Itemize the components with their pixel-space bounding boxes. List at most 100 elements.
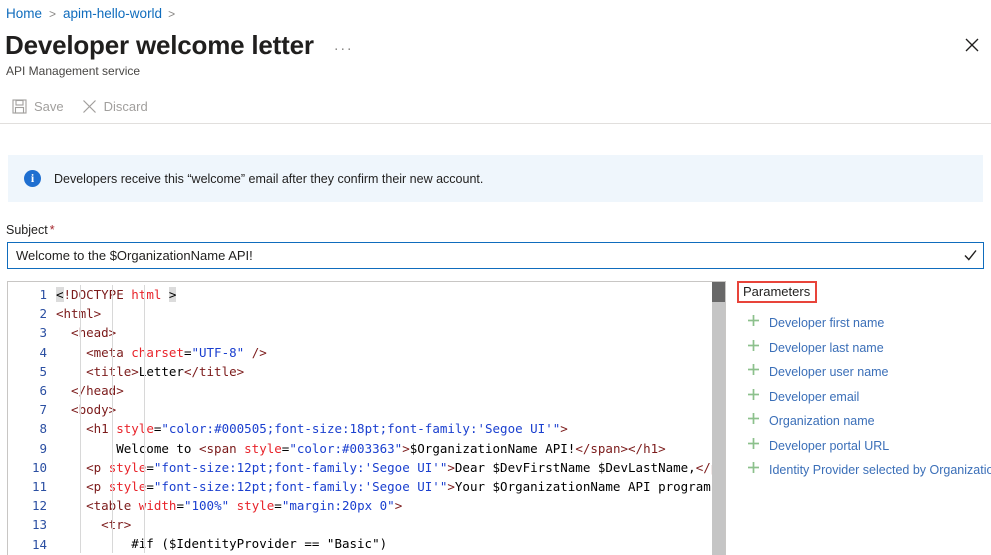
code-token: </title> <box>183 363 245 379</box>
editor-code-line[interactable]: <title>Letter</title> <box>56 362 725 381</box>
discard-button-label: Discard <box>103 99 148 114</box>
code-token: style <box>116 421 154 437</box>
editor-code-line[interactable]: <table width="100%" style="margin:20px 0… <box>56 496 725 515</box>
code-token: charset <box>131 344 184 360</box>
code-token: <p <box>56 478 109 494</box>
code-token: /> <box>244 344 267 360</box>
parameter-item[interactable]: Identity Provider selected by Organizati… <box>737 458 991 483</box>
editor-code-line[interactable]: <tr> <box>56 515 725 534</box>
editor-vertical-scrollbar[interactable] <box>712 282 725 555</box>
parameter-item-label: Developer portal URL <box>769 438 890 453</box>
save-icon <box>12 99 27 114</box>
parameter-item-label: Developer email <box>769 389 860 404</box>
code-token: "color:#000505;font-size:18pt;font-famil… <box>161 421 561 437</box>
editor-code-line[interactable]: <meta charset="UTF-8" /> <box>56 343 725 362</box>
editor-code-area[interactable]: <!DOCTYPE html > <html> <head> <meta char… <box>56 282 725 555</box>
command-bar-divider <box>0 123 991 124</box>
plus-icon <box>747 437 760 455</box>
info-icon: i <box>24 170 41 187</box>
code-token: </h1> <box>628 440 666 456</box>
editor-code-line[interactable]: <head> <box>56 323 725 342</box>
code-token: < <box>56 287 64 302</box>
code-token: Dear $DevFirstName $DevLastName, <box>454 459 696 475</box>
breadcrumb: Home > apim-hello-world > <box>6 5 175 23</box>
parameter-item-label: Developer user name <box>769 365 889 380</box>
plus-icon <box>747 363 760 381</box>
code-token: <h1 <box>56 421 117 437</box>
editor-code-line[interactable]: <p style="font-size:12pt;font-family:'Se… <box>56 477 725 496</box>
code-token: style <box>244 440 282 456</box>
subject-input[interactable] <box>8 243 957 268</box>
editor-line-number: 12 <box>31 498 47 514</box>
command-bar: Save Discard <box>0 90 991 123</box>
editor-code-lines[interactable]: <!DOCTYPE html > <html> <head> <meta char… <box>56 285 725 555</box>
subject-field[interactable] <box>7 242 984 269</box>
editor-scrollbar-thumb[interactable] <box>712 282 725 302</box>
breadcrumb-item-home[interactable]: Home <box>6 5 42 23</box>
code-token: <html> <box>56 306 102 322</box>
editor-line-number: 6 <box>39 383 47 399</box>
close-icon[interactable] <box>961 34 983 56</box>
breadcrumb-item-apim-hello-world[interactable]: apim-hello-world <box>63 5 162 23</box>
code-token: !DOCTYPE <box>63 287 132 302</box>
save-button[interactable]: Save <box>12 99 64 114</box>
parameter-item[interactable]: Developer last name <box>737 336 991 361</box>
breadcrumb-separator-icon: > <box>49 7 57 21</box>
editor-code-line[interactable]: <p style="font-size:12pt;font-family:'Se… <box>56 458 725 477</box>
html-code-editor[interactable]: 123456789101112131415 <!DOCTYPE html ><h… <box>7 281 726 555</box>
editor-code-line[interactable]: <h1 style="color:#000505;font-size:18pt;… <box>56 419 725 438</box>
more-options-icon[interactable]: ··· <box>334 34 354 57</box>
parameter-item-label: Identity Provider selected by Organizati… <box>769 463 991 478</box>
editor-code-line[interactable]: </head> <box>56 381 725 400</box>
code-token: <head> <box>56 325 117 341</box>
code-token: style <box>236 498 275 514</box>
parameter-item[interactable]: Developer first name <box>737 311 991 336</box>
editor-line-number: 5 <box>39 363 47 379</box>
editor-code-line[interactable]: <html> <box>56 304 725 323</box>
editor-code-line[interactable]: #if ($IdentityProvider == "Basic") <box>56 534 725 553</box>
editor-line-number: 4 <box>39 344 47 360</box>
code-token: <title> <box>56 363 139 379</box>
editor-line-number: 9 <box>39 440 47 456</box>
code-token: "100%" <box>183 498 230 514</box>
plus-icon <box>747 339 760 357</box>
title-row: Developer welcome letter ··· <box>5 28 353 62</box>
plus-icon <box>747 412 760 430</box>
info-banner-text: Developers receive this “welcome” email … <box>54 171 484 186</box>
subject-label: Subject * <box>6 223 55 237</box>
editor-code-line[interactable]: <body> <box>56 400 725 419</box>
editor-line-number: 1 <box>39 287 47 302</box>
code-token: > <box>447 459 455 475</box>
editor-line-number: 10 <box>31 459 47 475</box>
code-token: </head> <box>56 382 124 398</box>
editor-code-line[interactable]: Welcome to <span style="color:#003363">$… <box>56 439 725 458</box>
code-token: "color:#003363" <box>289 440 403 456</box>
info-banner: i Developers receive this “welcome” emai… <box>8 155 983 202</box>
code-token: <meta <box>56 344 132 360</box>
parameters-list: Developer first name Developer last name D… <box>737 311 991 483</box>
editor-code-line[interactable]: <!DOCTYPE html > <box>56 285 725 304</box>
code-token: <p <box>56 459 109 475</box>
parameter-item-label: Developer last name <box>769 340 884 355</box>
breadcrumb-separator-icon-2: > <box>168 7 176 21</box>
code-token: "font-size:12pt;font-family:'Segoe UI'" <box>153 459 448 475</box>
editor-line-number: 8 <box>39 421 47 437</box>
editor-line-number: 14 <box>31 536 47 552</box>
code-token: style <box>108 459 147 475</box>
code-token: style <box>108 478 147 494</box>
parameter-item[interactable]: Developer portal URL <box>737 434 991 459</box>
editor-line-number-gutter: 123456789101112131415 <box>8 282 56 555</box>
parameter-item[interactable]: Organization name <box>737 409 991 434</box>
plus-icon <box>747 461 760 479</box>
required-marker: * <box>49 223 55 237</box>
parameter-item[interactable]: Developer user name <box>737 360 991 385</box>
page-subtitle: API Management service <box>6 64 141 78</box>
parameter-item-label: Organization name <box>769 414 875 429</box>
discard-button[interactable]: Discard <box>82 99 148 114</box>
code-token: > <box>402 440 410 456</box>
plus-icon <box>747 388 760 406</box>
parameter-item[interactable]: Developer email <box>737 385 991 410</box>
code-token: > <box>168 287 177 302</box>
